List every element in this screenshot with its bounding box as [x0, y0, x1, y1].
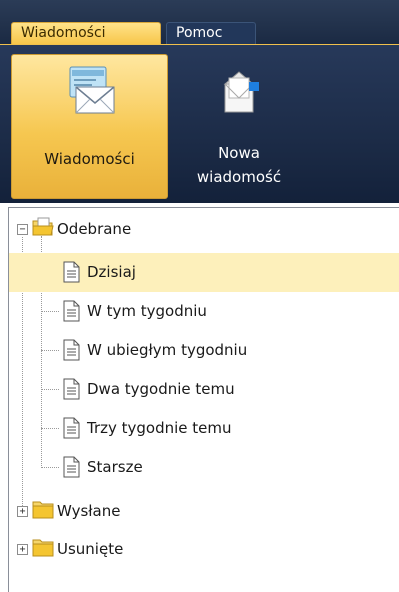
tree-folder-sent[interactable]: + Wysłane — [9, 492, 399, 531]
new-message-label-line2: wiadomość — [196, 168, 282, 186]
folder-icon — [32, 539, 54, 557]
tree-item-today[interactable]: Dzisiaj — [9, 253, 399, 292]
tree-item-this-week[interactable]: W tym tygodniu — [9, 292, 399, 331]
folder-icon — [32, 501, 54, 519]
ribbon: Wiadomości Pomoc Wiadomości Nowa wiadomo… — [0, 0, 399, 203]
document-icon — [63, 339, 80, 361]
ribbon-tab-bar: Wiadomości Pomoc — [0, 0, 399, 45]
document-icon — [63, 417, 80, 439]
collapse-toggle[interactable]: − — [17, 224, 28, 235]
tree-folder-deleted[interactable]: + Usunięte — [9, 530, 399, 569]
document-icon — [63, 456, 80, 478]
document-icon — [63, 261, 80, 283]
new-message-button[interactable]: Nowa wiadomość — [174, 54, 304, 199]
tree-item-label: Dwa tygodnie temu — [87, 380, 235, 398]
messages-button-label: Wiadomości — [44, 150, 135, 168]
tree-item-last-week[interactable]: W ubiegłym tygodniu — [9, 331, 399, 370]
tree-item-label: W ubiegłym tygodniu — [87, 341, 248, 359]
document-icon — [63, 300, 80, 322]
expand-toggle[interactable]: + — [17, 544, 28, 555]
expand-toggle[interactable]: + — [17, 506, 28, 517]
new-message-label-line1: Nowa — [218, 144, 260, 162]
tree-item-older[interactable]: Starsze — [9, 448, 399, 487]
tree-item-label: Starsze — [87, 458, 143, 476]
tree-item-label: Dzisiaj — [87, 263, 136, 281]
new-message-icon — [223, 71, 259, 113]
tab-help[interactable]: Pomoc — [166, 22, 256, 45]
tree-item-two-weeks-ago[interactable]: Dwa tygodnie temu — [9, 370, 399, 409]
tree-folder-inbox[interactable]: − Odebrane — [9, 210, 399, 249]
tree-folder-label: Odebrane — [57, 220, 132, 238]
tree-folder-label: Usunięte — [57, 540, 124, 558]
folder-tree: − Odebrane Dzisiaj W tym tygodniu W ubie… — [8, 207, 399, 592]
messages-button[interactable]: Wiadomości — [11, 54, 168, 199]
tree-item-label: W tym tygodniu — [87, 302, 207, 320]
tree-item-label: Trzy tygodnie temu — [87, 419, 232, 437]
tree-folder-label: Wysłane — [57, 502, 121, 520]
tree-item-three-weeks-ago[interactable]: Trzy tygodnie temu — [9, 409, 399, 448]
document-icon — [63, 378, 80, 400]
open-folder-icon — [32, 217, 54, 236]
new-message-button-label: Nowa wiadomość — [174, 141, 304, 189]
messages-icon — [69, 66, 114, 114]
tab-messages[interactable]: Wiadomości — [11, 22, 161, 45]
